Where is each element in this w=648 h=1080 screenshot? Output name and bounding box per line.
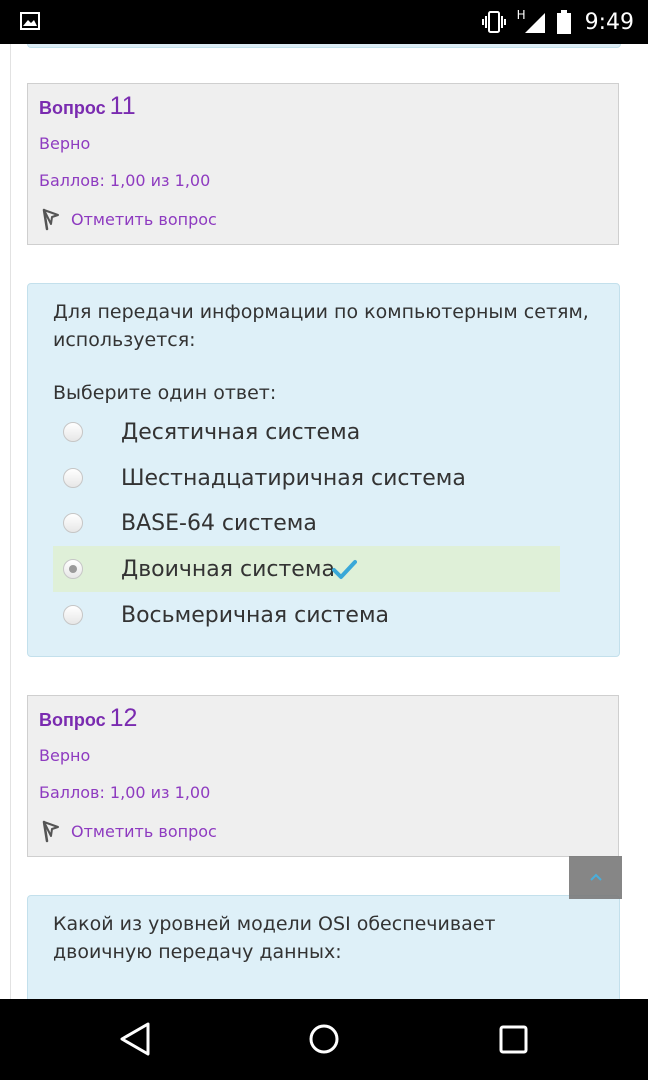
radio-button[interactable]: [63, 605, 83, 625]
home-icon[interactable]: [307, 1021, 341, 1057]
checkmark-icon: [331, 560, 357, 579]
radio-button[interactable]: [63, 468, 83, 488]
page-border-line: [10, 44, 11, 999]
flag-question-label: Отметить вопрос: [71, 821, 217, 841]
question-content-11: Для передачи информации по компьютерным …: [27, 283, 620, 657]
flag-question-link[interactable]: Отметить вопрос: [39, 819, 217, 843]
answer-label: Восьмеричная система: [121, 602, 390, 628]
vibrate-icon: [481, 11, 506, 33]
question-number: Вопрос 11: [39, 92, 136, 121]
status-bar: H 9:49: [0, 0, 648, 44]
clock: 9:49: [584, 9, 634, 35]
question-grade: Баллов: 1,00 из 1,00: [39, 783, 211, 802]
answer-label: Шестнадцатиричная система: [121, 465, 466, 491]
flag-question-link[interactable]: Отметить вопрос: [39, 207, 217, 231]
answer-label: BASE-64 система: [121, 510, 317, 536]
back-icon[interactable]: [118, 1021, 152, 1057]
answer-option[interactable]: BASE-64 система: [53, 500, 560, 546]
question-state: Верно: [39, 746, 91, 765]
question-state: Верно: [39, 134, 91, 153]
battery-icon: [556, 10, 571, 34]
recents-icon[interactable]: [497, 1021, 531, 1057]
question-info-11: Вопрос 11 Верно Баллов: 1,00 из 1,00 Отме…: [27, 83, 619, 245]
flag-question-label: Отметить вопрос: [71, 209, 217, 229]
scroll-to-top-button[interactable]: [569, 856, 622, 899]
signal-icon: H: [517, 8, 547, 35]
flag-icon: [42, 820, 59, 843]
question-number: Вопрос 12: [39, 704, 137, 733]
radio-button[interactable]: [63, 513, 83, 533]
question-number-value: 12: [109, 704, 138, 732]
question-text: Для передачи информации по компьютерным …: [53, 301, 589, 351]
answer-option[interactable]: Десятичная система: [53, 409, 560, 455]
previous-question-box: [27, 44, 621, 48]
question-grade: Баллов: 1,00 из 1,00: [39, 171, 211, 190]
answer-label: Десятичная система: [121, 419, 361, 445]
answer-label: Двоичная система: [121, 556, 335, 582]
flag-icon: [42, 208, 59, 231]
question-content-12: Какой из уровней модели OSI обеспечивает…: [27, 895, 620, 999]
question-text: Какой из уровней модели OSI обеспечивает…: [53, 913, 496, 963]
question-number-value: 11: [109, 92, 136, 120]
radio-button-selected[interactable]: [63, 559, 83, 579]
chevron-up-icon: [590, 873, 602, 881]
page-content[interactable]: Вопрос 11 Верно Баллов: 1,00 из 1,00 Отме…: [0, 44, 648, 999]
answer-option-correct[interactable]: Двоичная система: [53, 546, 560, 592]
navigation-bar: [0, 999, 648, 1080]
question-label: Вопрос: [39, 98, 106, 118]
answer-option[interactable]: Восьмеричная система: [53, 592, 560, 638]
radio-button[interactable]: [63, 422, 83, 442]
question-label: Вопрос: [39, 710, 106, 730]
answer-option[interactable]: Шестнадцатиричная система: [53, 455, 560, 501]
answer-prompt: Выберите один ответ:: [53, 382, 277, 404]
image-icon: [20, 12, 40, 30]
question-info-12: Вопрос 12 Верно Баллов: 1,00 из 1,00 Отме…: [27, 695, 619, 857]
